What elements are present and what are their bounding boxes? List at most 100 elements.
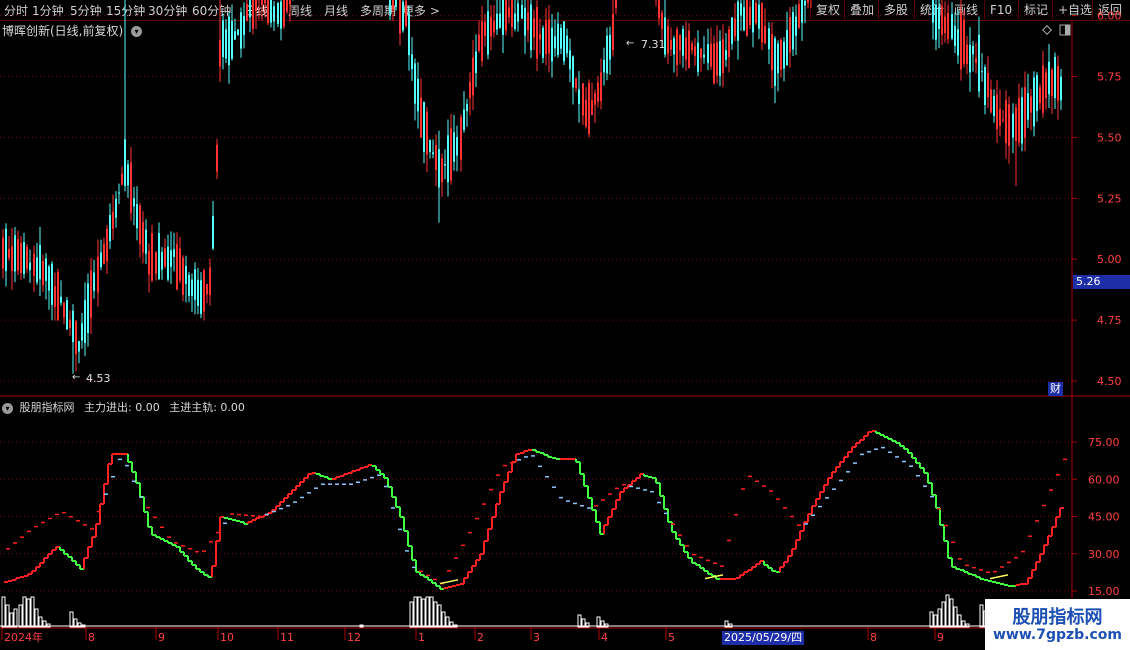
candle-body: [270, 0, 272, 23]
candle-body: [161, 251, 163, 270]
candle-body: [670, 39, 672, 50]
candle-body: [944, 16, 946, 33]
candle-body: [206, 283, 208, 295]
candle-body: [139, 205, 141, 244]
candle-body: [39, 244, 41, 280]
candle-body: [731, 17, 733, 44]
candle-body: [786, 29, 788, 66]
candle-body: [145, 229, 147, 254]
candle-body: [941, 6, 943, 35]
candle-body: [411, 54, 413, 70]
histogram-bar: [941, 601, 946, 628]
candle-body: [932, 0, 934, 23]
candle-body: [185, 266, 187, 285]
candle-body: [545, 20, 547, 55]
candle-body: [746, 0, 748, 36]
candle-body: [594, 93, 596, 105]
candle-body: [795, 16, 797, 36]
candle-body: [740, 3, 742, 16]
candle-body: [219, 39, 221, 67]
candle-body: [536, 6, 538, 59]
candle-body: [694, 46, 696, 56]
histogram-bar: [957, 614, 962, 628]
candle-body: [392, 0, 394, 11]
candle-body: [585, 100, 587, 127]
chart-canvas[interactable]: 7.006.756.506.256.005.755.505.255.004.75…: [0, 0, 1130, 650]
candle-body: [8, 249, 10, 258]
histogram-bar: [417, 596, 422, 628]
candle-body: [447, 135, 449, 183]
candle-body: [124, 139, 126, 186]
candle-body: [234, 31, 236, 40]
price-tick-label: 5.75: [1097, 71, 1122, 84]
low-price-label: 4.53: [86, 372, 111, 385]
x-axis-label: 9: [937, 631, 944, 644]
candle-body: [69, 319, 71, 329]
candle-body: [423, 101, 425, 152]
candle-body: [551, 27, 553, 62]
candle-body: [542, 27, 544, 58]
candle-body: [155, 252, 157, 274]
candle-body: [661, 12, 663, 29]
candle-body: [947, 12, 949, 39]
candle-body: [429, 139, 431, 152]
candle-body: [582, 83, 584, 116]
indicator-tick-label: 30.00: [1088, 548, 1120, 561]
candle-body: [36, 257, 38, 283]
histogram-bar: [429, 596, 434, 628]
candle-body: [755, 2, 757, 24]
candle-body: [75, 321, 77, 355]
candle-body: [615, 0, 617, 8]
candle-body: [450, 128, 452, 181]
candle-body: [90, 270, 92, 318]
candle-body: [743, 7, 745, 31]
candle-body: [33, 254, 35, 276]
candle-body: [539, 34, 541, 40]
candle-body: [435, 144, 437, 170]
histogram-bar: [13, 608, 18, 628]
candle-body: [408, 13, 410, 56]
candle-body: [216, 144, 218, 172]
candle-body: [72, 310, 74, 343]
candle-body: [167, 246, 169, 280]
candle-body: [280, 1, 282, 29]
candle-body: [578, 89, 580, 104]
candle-body: [66, 300, 68, 330]
candle-body: [209, 267, 211, 295]
candle-body: [130, 162, 132, 213]
candle-body: [591, 100, 593, 116]
candle-body: [609, 34, 611, 60]
candle-body: [560, 27, 562, 49]
candle-body: [728, 29, 730, 57]
candle-body: [179, 248, 181, 281]
candle-body: [2, 237, 4, 269]
histogram-bar: [425, 596, 430, 628]
x-axis-label: 8: [88, 631, 95, 644]
candle-body: [597, 82, 599, 102]
candle-body: [148, 250, 150, 275]
x-axis-label: 9: [158, 631, 165, 644]
candle-body: [97, 256, 99, 293]
candle-body: [481, 21, 483, 62]
indicator-tick-label: 75.00: [1088, 436, 1120, 449]
candle-body: [261, 0, 263, 5]
candle-body: [1024, 87, 1026, 138]
candle-body: [231, 20, 233, 59]
candle-body: [514, 13, 516, 29]
candle-body: [395, 0, 397, 7]
candle-body: [508, 7, 510, 18]
candle-body: [225, 29, 227, 59]
candle-body: [283, 0, 285, 27]
candle-body: [722, 39, 724, 74]
signal-segment: [989, 574, 1009, 580]
histogram-bar: [937, 608, 942, 628]
candle-body: [240, 12, 242, 49]
candle-body: [29, 262, 31, 271]
candle-body: [456, 136, 458, 156]
candle-body: [463, 109, 465, 130]
finance-tag[interactable]: 财: [1048, 382, 1063, 396]
histogram-bar: [26, 598, 31, 628]
candle-body: [484, 21, 486, 36]
candle-body: [1012, 113, 1014, 138]
price-tick-label: 5.50: [1097, 131, 1122, 144]
